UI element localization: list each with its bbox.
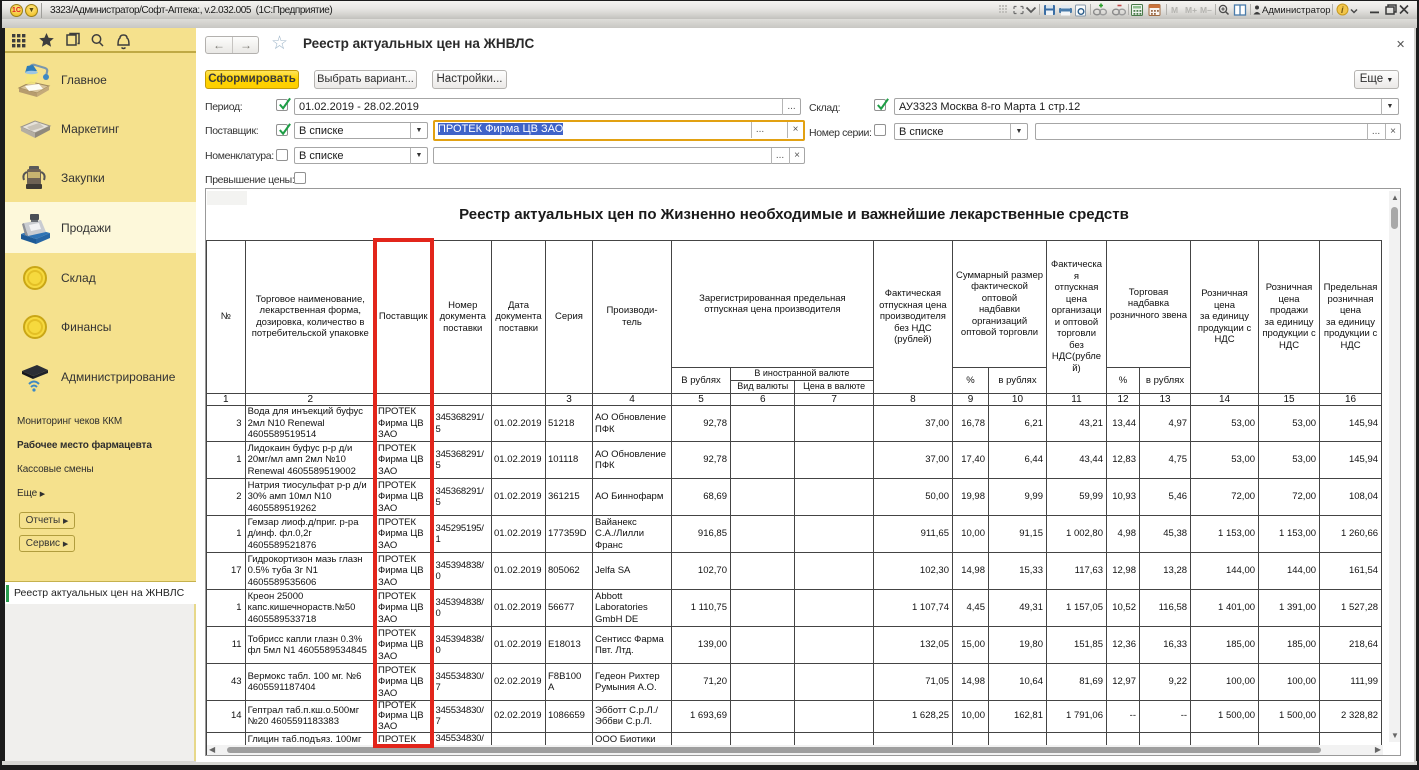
svg-text:M–: M–: [1200, 5, 1212, 15]
svg-text:M: M: [1171, 5, 1178, 15]
svg-text:M+: M+: [1185, 5, 1197, 15]
svg-text:Администратор: Администратор: [1262, 5, 1331, 16]
